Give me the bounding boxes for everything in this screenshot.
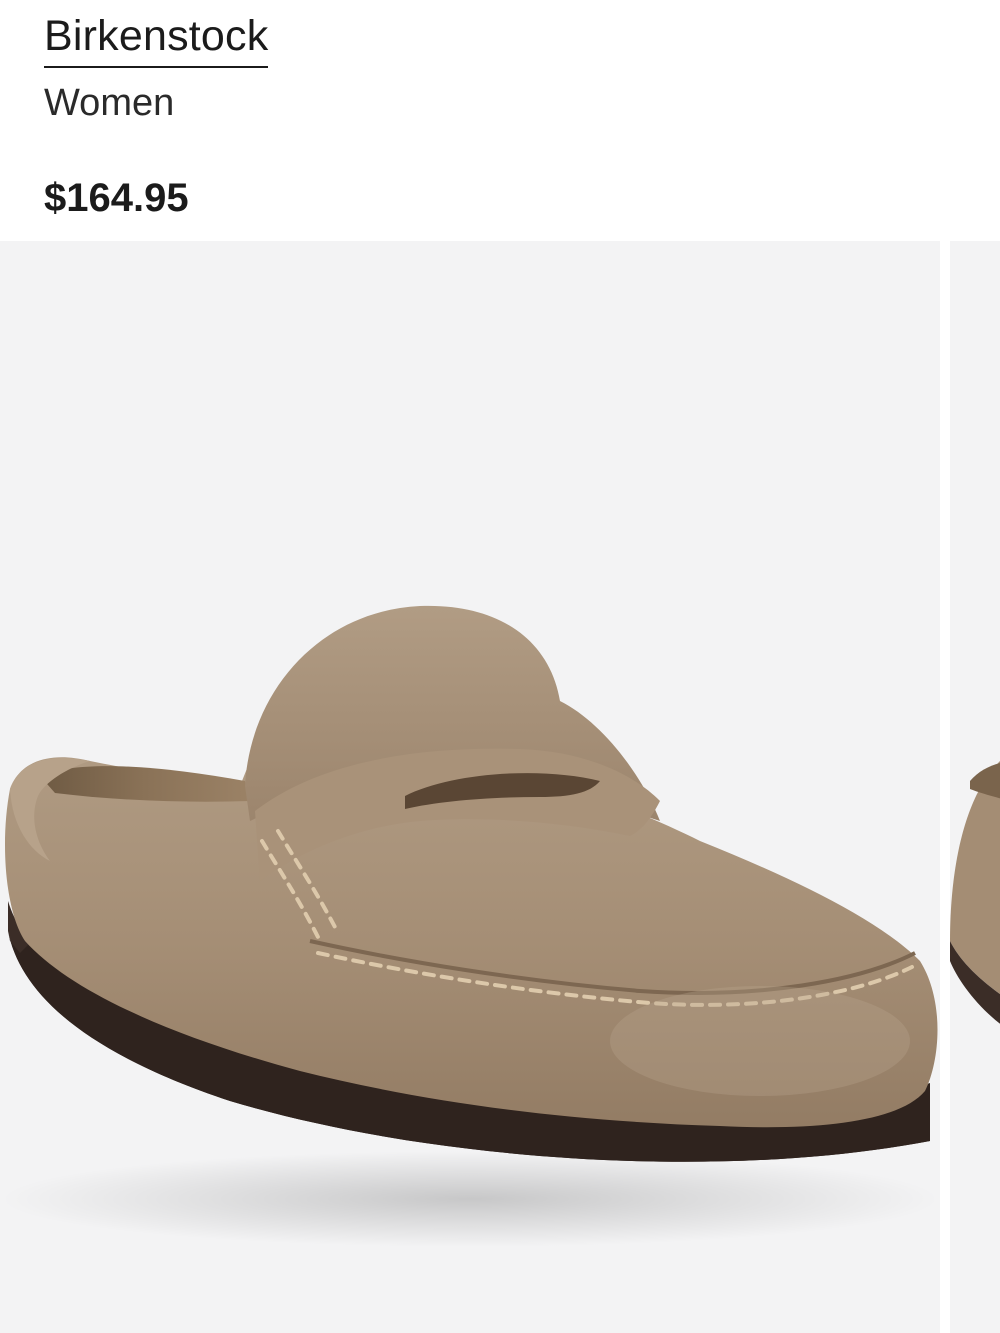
product-image-gallery[interactable] [0,241,1000,1333]
product-price: $164.95 [44,176,189,220]
product-image-main[interactable] [0,241,940,1333]
brand-link[interactable]: Birkenstock [44,8,269,68]
category-label: Women [44,82,175,124]
shoe-toe-highlight [610,986,910,1096]
product-image-next[interactable] [950,241,1000,1333]
shoe-shadow [0,1151,940,1247]
shoe-image [0,605,940,1247]
shoe-image-next [950,761,1000,1024]
